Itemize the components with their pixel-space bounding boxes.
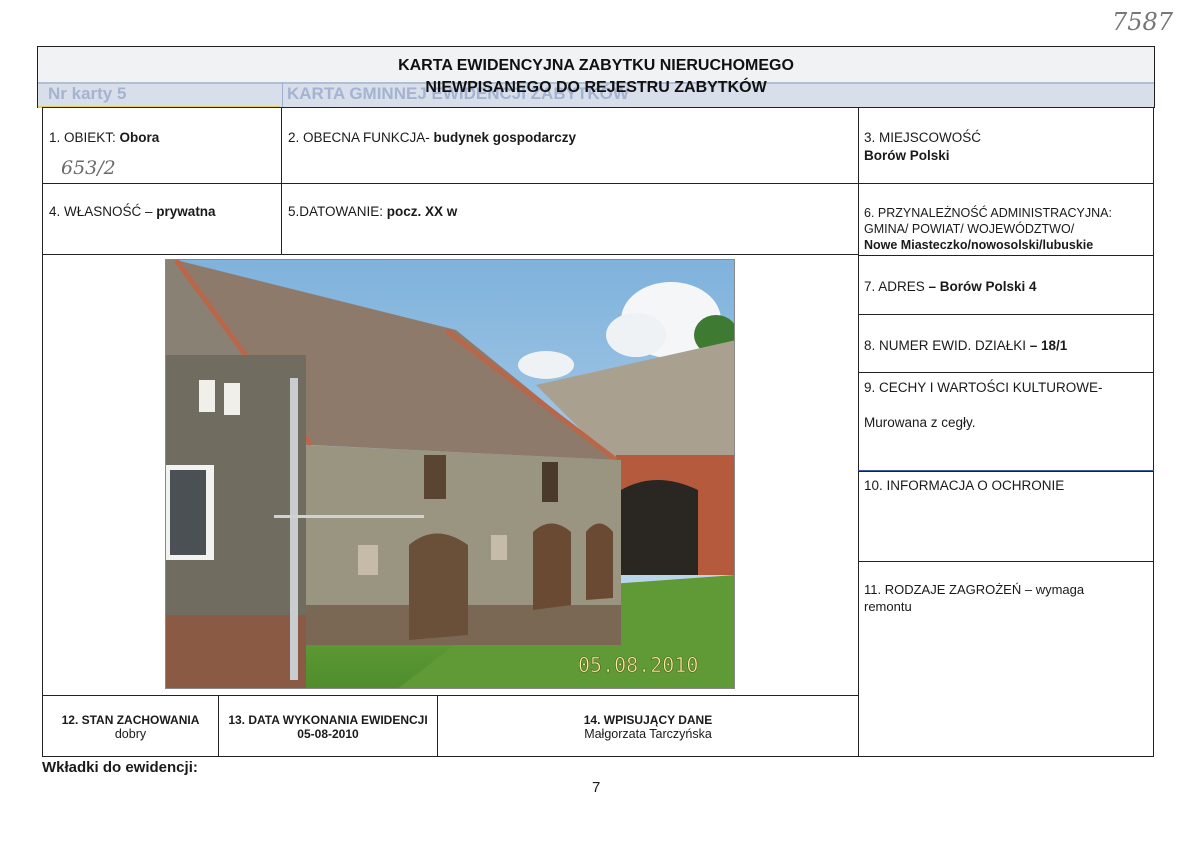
wlasnosc-value: prywatna	[156, 204, 216, 219]
field-wpisujacy: 14. WPISUJĄCY DANE Małgorzata Tarczyńska	[437, 695, 859, 757]
dzialka-value: – 18/1	[1029, 338, 1068, 353]
field-miejscowosc: 3. MIEJSCOWOŚĆ Borów Polski	[858, 107, 1154, 184]
field-zagrozenia: 11. RODZAJE ZAGROŻEŃ – wymaga remontu	[858, 561, 1154, 757]
obiekt-handwritten-note: 653/2	[61, 157, 116, 179]
data-label: 13. DATA WYKONANIA EWIDENCJI	[228, 713, 428, 727]
page-number: 7	[592, 779, 601, 796]
field-adres: 7. ADRES – Borów Polski 4	[858, 255, 1154, 315]
photo-date-stamp: 05.08.2010	[578, 653, 698, 677]
funkcja-label: 2. OBECNA FUNKCJA-	[288, 130, 434, 145]
building-photo: 05.08.2010	[165, 259, 735, 689]
obiekt-value: Obora	[119, 130, 160, 145]
ochrona-label: 10. INFORMACJA O OCHRONIE	[864, 478, 1065, 493]
wpisujacy-value: Małgorzata Tarczyńska	[584, 727, 712, 741]
cechy-value: Murowana z cegły.	[864, 415, 976, 430]
stan-value: dobry	[114, 727, 147, 741]
field-wlasnosc: 4. WŁASNOŚĆ – prywatna	[42, 183, 282, 255]
adres-value: – Borów Polski 4	[928, 279, 1037, 294]
card-title: KARTA EWIDENCYJNA ZABYTKU NIERUCHOMEGO N…	[37, 55, 1155, 99]
wlasnosc-label: 4. WŁASNOŚĆ –	[49, 204, 157, 219]
datowanie-label: 5.DATOWANIE:	[288, 204, 387, 219]
archive-number-handwritten: 7587	[1112, 8, 1174, 36]
przynaleznosc-label-1: 6. PRZYNALEŻNOŚĆ ADMINISTRACYJNA:	[864, 206, 1112, 220]
obiekt-label: 1. OBIEKT:	[49, 130, 120, 145]
datowanie-value: pocz. XX w	[386, 204, 458, 219]
przynaleznosc-label-2: GMINA/ POWIAT/ WOJEWÓDZTWO/	[864, 222, 1075, 236]
dzialka-label: 8. NUMER EWID. DZIAŁKI	[864, 338, 1030, 353]
card-title-line2: NIEWPISANEGO DO REJESTRU ZABYTKÓW	[425, 79, 767, 96]
miejscowosc-label: 3. MIEJSCOWOŚĆ	[864, 130, 982, 145]
field-funkcja: 2. OBECNA FUNKCJA- budynek gospodarczy	[281, 107, 859, 184]
cechy-label: 9. CECHY I WARTOŚCI KULTUROWE-	[864, 380, 1103, 395]
field-przynaleznosc: 6. PRZYNALEŻNOŚĆ ADMINISTRACYJNA: GMINA/…	[858, 183, 1154, 256]
zagrozenia-label: 11. RODZAJE ZAGROŻEŃ –	[864, 582, 1036, 597]
stan-label: 12. STAN ZACHOWANIA	[61, 713, 200, 727]
field-datowanie: 5.DATOWANIE: pocz. XX w	[281, 183, 859, 255]
field-stan-zachowania: 12. STAN ZACHOWANIA dobry	[42, 695, 219, 757]
miejscowosc-value: Borów Polski	[864, 148, 950, 163]
field-cechy: 9. CECHY I WARTOŚCI KULTUROWE- Murowana …	[858, 372, 1154, 471]
building-photo-drawing: 05.08.2010	[166, 260, 734, 688]
card-title-line1: KARTA EWIDENCYJNA ZABYTKU NIERUCHOMEGO	[398, 57, 794, 74]
wpisujacy-label: 14. WPISUJĄCY DANE	[583, 713, 713, 727]
field-data-wykonania: 13. DATA WYKONANIA EWIDENCJI 05-08-2010	[218, 695, 438, 757]
field-obiekt: 1. OBIEKT: Obora 653/2	[42, 107, 282, 184]
adres-label: 7. ADRES	[864, 279, 929, 294]
przynaleznosc-value: Nowe Miasteczko/nowosolski/lubuskie	[864, 238, 1094, 252]
inserts-label: Wkładki do ewidencji:	[42, 759, 198, 776]
data-value: 05-08-2010	[297, 727, 359, 741]
field-ochrona: 10. INFORMACJA O OCHRONIE	[858, 471, 1154, 562]
field-dzialka: 8. NUMER EWID. DZIAŁKI – 18/1	[858, 314, 1154, 373]
funkcja-value: budynek gospodarczy	[433, 130, 577, 145]
